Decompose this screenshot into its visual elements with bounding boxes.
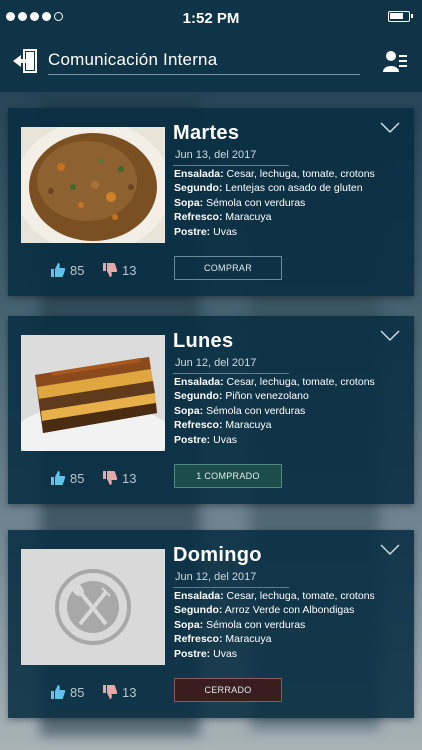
app-header: Comunicación Interna [0,36,422,92]
menu-value: Cesar, lechuga, tomate, crotons [226,590,375,602]
menu-value: Sémola con verduras [206,618,306,631]
thumbs-up-icon [51,263,66,277]
menu-card[interactable]: Martes Jun 13, del 2017 Ensalada: Cesar,… [8,108,414,296]
menu-label: Sopa: [174,404,204,417]
menu-value: Sémola con verduras [206,404,306,417]
date-divider [173,373,289,374]
status-bar: 1:52 PM [0,0,422,36]
dish-photo [21,335,165,451]
like-button[interactable]: 85 [50,684,84,700]
bought-button[interactable]: 1 COMPRADO [174,464,282,488]
pabellon-dish-image [21,335,165,451]
menu-row: Sopa: Sémola con verduras [174,618,410,632]
dislike-count: 13 [122,684,137,700]
menu-value: Piñon venezolano [225,390,309,403]
menu-label: Sopa: [174,196,204,209]
menu-row: Sopa: Sémola con verduras [174,196,410,210]
menu-list: Ensalada: Cesar, lechuga, tomate, croton… [174,589,410,661]
menu-label: Segundo: [174,182,223,195]
thumbs-down-icon [103,685,118,699]
menu-value: Uvas [213,647,238,660]
like-count: 85 [70,470,85,486]
day-title: Martes [173,122,240,144]
menu-row: Segundo: Piñon venezolano [174,389,410,403]
menu-row: Segundo: Lentejas con asado de gluten [174,181,410,195]
chevron-down-icon[interactable] [380,544,400,556]
date-divider [173,165,289,166]
like-count: 85 [70,684,85,700]
thumbs-down-icon [103,471,118,485]
dislike-button[interactable]: 13 [102,470,136,486]
like-button[interactable]: 85 [50,262,84,278]
menu-row: Postre: Uvas [174,225,410,239]
menu-date: Jun 12, del 2017 [175,357,257,369]
menu-label: Segundo: [174,390,223,403]
status-time: 1:52 PM [182,10,240,27]
menu-row: Segundo: Arroz Verde con Albondigas [174,603,410,617]
menu-label: Ensalada: [174,590,224,602]
day-title: Domingo [173,544,262,566]
menu-value: Uvas [213,225,238,238]
menu-value: Uvas [213,433,238,446]
menu-row: Refresco: Maracuya [174,210,410,224]
menu-row: Postre: Uvas [174,647,410,661]
dislike-count: 13 [122,470,137,486]
lentil-soup-image [21,127,165,243]
menu-row: Ensalada: Cesar, lechuga, tomate, croton… [174,589,410,603]
menu-list: Ensalada: Cesar, lechuga, tomate, croton… [174,167,410,239]
menu-label: Refresco: [174,211,223,224]
date-divider [173,587,289,588]
menu-row: Refresco: Maracuya [174,632,410,646]
menu-date: Jun 13, del 2017 [175,149,257,161]
menu-card[interactable]: Lunes Jun 12, del 2017 Ensalada: Cesar, … [8,316,414,504]
menu-card[interactable]: Domingo Jun 12, del 2017 Ensalada: Cesar… [8,530,414,718]
menu-value: Cesar, lechuga, tomate, crotons [226,376,375,388]
day-title: Lunes [173,330,234,352]
menu-label: Postre: [174,647,211,660]
menu-label: Postre: [174,433,211,446]
menu-row: Ensalada: Cesar, lechuga, tomate, croton… [174,167,410,181]
menu-label: Ensalada: [174,168,224,180]
profile-list-icon[interactable] [382,48,408,74]
menu-value: Lentejas con asado de gluten [225,182,363,195]
menu-row: Postre: Uvas [174,433,410,447]
menu-label: Segundo: [174,604,223,617]
menu-label: Postre: [174,225,211,238]
dish-photo-placeholder [21,549,165,665]
chevron-down-icon[interactable] [380,122,400,134]
buy-button[interactable]: COMPRAR [174,256,282,280]
menu-value: Maracuya [225,419,272,432]
dislike-button[interactable]: 13 [102,262,136,278]
like-count: 85 [70,262,85,278]
page-title: Comunicación Interna [48,50,218,69]
menu-value: Arroz Verde con Albondigas [224,604,355,617]
menu-label: Ensalada: [174,376,224,388]
dish-photo [21,127,165,243]
like-button[interactable]: 85 [50,470,84,486]
menu-row: Refresco: Maracuya [174,418,410,432]
menu-value: Maracuya [225,633,272,646]
exit-door-icon[interactable] [12,48,38,74]
menu-label: Refresco: [174,419,223,432]
thumbs-up-icon [51,685,66,699]
menu-date: Jun 12, del 2017 [175,571,257,583]
thumbs-down-icon [103,263,118,277]
menu-value: Cesar, lechuga, tomate, crotons [226,168,375,180]
closed-button[interactable]: CERRADO [174,678,282,702]
menu-row: Ensalada: Cesar, lechuga, tomate, croton… [174,375,410,389]
menu-label: Refresco: [174,633,223,646]
dislike-count: 13 [122,262,137,278]
menu-value: Maracuya [225,211,272,224]
chevron-down-icon[interactable] [380,330,400,342]
plate-cutlery-icon [55,569,131,645]
menu-value: Sémola con verduras [206,196,306,209]
dislike-button[interactable]: 13 [102,684,136,700]
menu-label: Sopa: [174,618,204,631]
battery-icon [388,11,413,22]
menu-list: Ensalada: Cesar, lechuga, tomate, croton… [174,375,410,447]
thumbs-up-icon [51,471,66,485]
title-underline [48,74,360,75]
menu-row: Sopa: Sémola con verduras [174,404,410,418]
